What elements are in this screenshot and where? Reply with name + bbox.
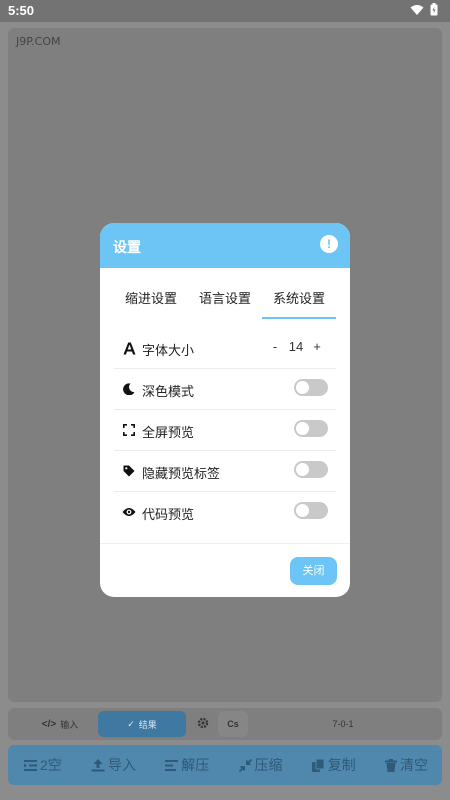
compress-button[interactable]: 压缩 <box>238 755 283 775</box>
result-tab[interactable]: ✓ 结果 <box>98 711 186 737</box>
dialog-footer: 关闭 <box>100 543 350 597</box>
fullscreen-preview-toggle[interactable] <box>294 420 328 437</box>
settings-list: 字体大小 - 14 + 深色模式 全屏预览 隐藏预览标签 代码预览 <box>114 328 336 533</box>
hide-preview-tags-toggle[interactable] <box>294 461 328 478</box>
decompress-button-label: 解压 <box>181 757 210 773</box>
font-size-row: 字体大小 - 14 + <box>114 328 336 369</box>
bottom-toolbar: 2空 导入 解压 压缩 复制 清空 <box>8 745 442 785</box>
dark-mode-label: 深色模式 <box>142 384 195 399</box>
expand-icon <box>122 423 136 437</box>
copy-button-label: 复制 <box>327 757 356 773</box>
status-bar: 5:50 <box>0 0 450 22</box>
view-controls: </> 输入 ✓ 结果 Cs 7-0-1 <box>8 708 442 740</box>
tab-indent-settings[interactable]: 缩进设置 <box>114 285 188 319</box>
info-icon[interactable]: ! <box>320 235 338 253</box>
clear-button-label: 清空 <box>399 757 428 773</box>
hide-preview-tags-row: 隐藏预览标签 <box>114 451 336 492</box>
status-icons <box>410 3 438 16</box>
code-preview-toggle[interactable] <box>294 502 328 519</box>
font-size-value: 14 <box>288 339 304 354</box>
tab-language-settings[interactable]: 语言设置 <box>188 285 262 319</box>
dark-mode-row: 深色模式 <box>114 369 336 410</box>
tab-system-settings[interactable]: 系统设置 <box>262 285 336 319</box>
check-icon: ✓ <box>127 718 135 729</box>
code-preview-row: 代码预览 <box>114 492 336 533</box>
settings-button[interactable] <box>190 711 216 737</box>
dialog-header: 设置 ! <box>100 223 350 268</box>
font-icon <box>122 341 136 355</box>
code-icon: </> <box>41 718 57 730</box>
font-size-decrease-button[interactable]: - <box>268 339 282 354</box>
import-button-label: 导入 <box>108 757 137 773</box>
watermark-text: J9P.COM <box>16 35 61 48</box>
eye-icon <box>122 505 136 519</box>
tag-icon <box>122 464 136 478</box>
battery-icon <box>430 3 438 16</box>
input-tab-label: 输入 <box>60 719 79 730</box>
gear-icon <box>197 717 209 731</box>
moon-icon <box>122 382 136 396</box>
copy-icon <box>311 758 325 772</box>
copy-button[interactable]: 复制 <box>311 755 356 775</box>
status-time: 5:50 <box>8 3 35 18</box>
trash-icon <box>384 758 397 772</box>
settings-dialog: 设置 ! 缩进设置 语言设置 系统设置 字体大小 - 14 + 深色模式 全屏预… <box>100 223 350 597</box>
font-size-label: 字体大小 <box>142 343 195 358</box>
align-left-icon <box>165 759 179 772</box>
font-size-increase-button[interactable]: + <box>310 339 324 354</box>
import-button[interactable]: 导入 <box>91 755 136 775</box>
clear-button[interactable]: 清空 <box>384 755 428 775</box>
cs-button[interactable]: Cs <box>218 711 248 737</box>
toggle-knob <box>296 381 309 394</box>
dark-mode-toggle[interactable] <box>294 379 328 396</box>
decompress-button[interactable]: 解压 <box>165 755 209 775</box>
wifi-icon <box>410 4 424 16</box>
hide-preview-tags-label: 隐藏预览标签 <box>142 466 221 481</box>
version-label: 7-0-1 <box>332 719 354 729</box>
toggle-knob <box>296 422 309 435</box>
indent-button-label: 2空 <box>40 757 62 773</box>
indent-icon <box>24 759 37 772</box>
indent-button[interactable]: 2空 <box>24 755 62 775</box>
dialog-title: 设置 <box>113 239 141 255</box>
close-button[interactable]: 关闭 <box>290 557 337 585</box>
font-size-stepper: - 14 + <box>268 339 324 354</box>
toggle-knob <box>296 463 309 476</box>
compress-button-label: 压缩 <box>254 757 283 773</box>
result-tab-label: 结果 <box>138 719 157 730</box>
settings-tabs: 缩进设置 语言设置 系统设置 <box>114 285 336 319</box>
input-tab[interactable]: </> 输入 <box>20 711 100 737</box>
toggle-knob <box>296 504 309 517</box>
compress-icon <box>238 758 252 772</box>
fullscreen-preview-label: 全屏预览 <box>142 425 195 440</box>
upload-icon <box>91 758 105 772</box>
fullscreen-preview-row: 全屏预览 <box>114 410 336 451</box>
code-preview-label: 代码预览 <box>142 507 195 522</box>
